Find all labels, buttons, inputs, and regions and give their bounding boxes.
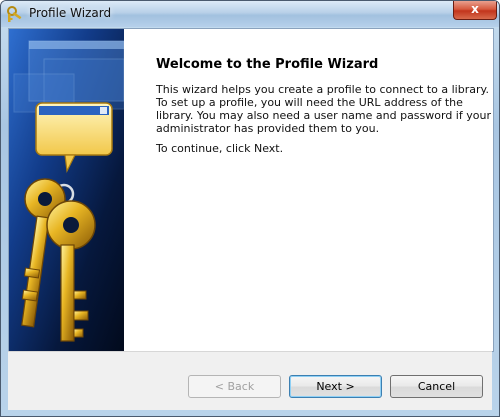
title-bar[interactable]: Profile Wizard x <box>1 1 499 27</box>
wizard-content: Welcome to the Profile Wizard This wizar… <box>8 28 494 352</box>
intro-text: This wizard helps you create a profile t… <box>156 83 491 135</box>
page-title: Welcome to the Profile Wizard <box>156 57 379 72</box>
close-button[interactable]: x <box>453 1 497 20</box>
continue-instruction: To continue, click Next. <box>156 142 284 155</box>
close-icon: x <box>471 2 479 16</box>
window-title: Profile Wizard <box>29 6 112 20</box>
cancel-button[interactable]: Cancel <box>390 375 483 398</box>
back-button[interactable]: < Back <box>188 375 281 398</box>
wizard-main-pane: Welcome to the Profile Wizard This wizar… <box>124 29 493 351</box>
wizard-banner <box>9 29 124 351</box>
golden-keys-illustration <box>9 29 124 351</box>
keys-icon <box>7 6 22 22</box>
button-bar: < Back Next > Cancel <box>8 351 492 410</box>
next-button[interactable]: Next > <box>289 375 382 398</box>
profile-wizard-window: Profile Wizard x Welcome to the Profile … <box>0 0 500 417</box>
